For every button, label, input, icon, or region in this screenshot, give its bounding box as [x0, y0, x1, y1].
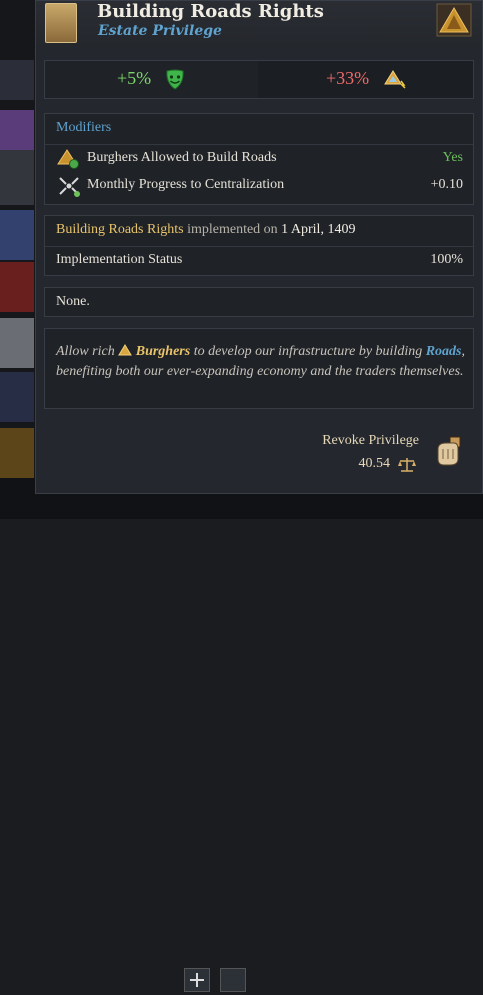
estate-pyramid-icon — [436, 3, 472, 37]
burghers-link[interactable]: Burghers — [136, 344, 190, 359]
modifier-label: Burghers Allowed to Build Roads — [87, 150, 277, 165]
roads-link[interactable]: Roads — [426, 344, 462, 359]
impact-summary: +5% +33% — [44, 60, 474, 99]
centralization-icon — [59, 177, 80, 197]
privilege-icon — [45, 3, 77, 43]
impact-left-cell — [45, 61, 258, 98]
modifiers-heading: Modifiers — [56, 120, 112, 135]
implemented-on-text: implemented on — [187, 222, 278, 237]
privilege-type: Estate Privilege — [98, 23, 222, 39]
influence-impact: +33% — [326, 68, 370, 88]
revoke-cost: 40.54 — [358, 456, 391, 471]
background-row — [0, 428, 34, 478]
description-panel: Allow rich Burghers to develop our infra… — [44, 328, 474, 409]
requirements-panel: None. — [44, 287, 474, 317]
hand-button[interactable] — [220, 968, 246, 992]
happy-mask-icon — [166, 69, 184, 90]
page-title: Building Roads Rights — [97, 1, 324, 22]
background-row — [0, 110, 34, 150]
tooltip-header: Building Roads Rights Estate Privilege — [36, 1, 482, 47]
revoke-hand-icon — [437, 436, 461, 466]
burghers-road-icon — [57, 149, 79, 169]
background-left-panel — [0, 0, 40, 519]
description-text: to develop our infrastructure by buildin… — [193, 344, 423, 359]
background-row — [0, 210, 34, 260]
implementation-date: 1 April, 1409 — [281, 222, 356, 237]
background-row — [0, 150, 34, 205]
modifier-label: Monthly Progress to Centralization — [87, 177, 285, 192]
divider — [45, 246, 473, 247]
divider — [45, 144, 473, 145]
modifier-value: +0.10 — [430, 177, 463, 192]
burghers-icon — [118, 344, 133, 356]
implementation-line: Building Roads Rights implemented on 1 A… — [56, 222, 355, 238]
revoke-privilege-button[interactable] — [434, 435, 464, 467]
add-button[interactable] — [184, 968, 210, 992]
privilege-name: Building Roads Rights — [56, 222, 184, 237]
privilege-description: Allow rich Burghers to develop our infra… — [56, 342, 466, 382]
background-row — [0, 262, 34, 312]
description-text: Allow rich — [56, 344, 115, 359]
status-label: Implementation Status — [56, 252, 183, 267]
satisfaction-impact: +5% — [117, 68, 152, 88]
background-row — [0, 318, 34, 368]
requirements-text: None. — [56, 294, 90, 309]
modifier-value: Yes — [442, 150, 463, 165]
status-value: 100% — [430, 252, 463, 267]
privilege-tooltip: Building Roads Rights Estate Privilege +… — [35, 0, 483, 494]
stability-scales-icon — [398, 458, 416, 472]
modifiers-panel: Modifiers Burghers Allowed to Build Road… — [44, 113, 474, 205]
background-row — [0, 60, 34, 100]
estate-power-icon — [384, 70, 406, 89]
revoke-label: Revoke Privilege — [322, 433, 419, 448]
background-row — [0, 372, 34, 422]
implementation-panel: Building Roads Rights implemented on 1 A… — [44, 215, 474, 276]
